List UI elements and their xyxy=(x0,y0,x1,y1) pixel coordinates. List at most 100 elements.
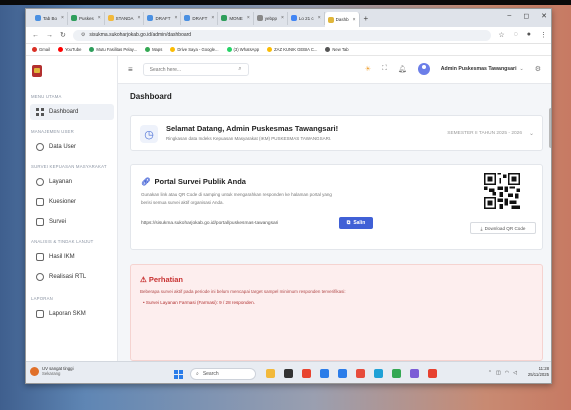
drive-icon xyxy=(170,47,176,52)
sidebar-heading: SURVEI KEPUASAN MASYARAKAT xyxy=(31,164,107,169)
start-windows-icon[interactable] xyxy=(174,370,183,379)
new-tab-icon[interactable]: + xyxy=(364,14,369,23)
forward-icon[interactable]: → xyxy=(46,32,53,39)
chevron-down-icon[interactable]: ⌄ xyxy=(520,66,524,72)
site-info-icon[interactable]: ⚙ xyxy=(81,32,85,38)
menu-icon[interactable]: ⋮ xyxy=(540,31,547,39)
bookmark-item[interactable]: Mutu Fasilitas Pelay... xyxy=(89,47,137,52)
chrome-icon[interactable] xyxy=(392,369,401,378)
reload-icon[interactable]: ↻ xyxy=(60,31,66,39)
sidebar-item-survei[interactable]: Survei xyxy=(30,214,114,230)
tab-favicon-icon xyxy=(70,15,77,21)
minimize-icon[interactable]: – xyxy=(507,12,511,20)
bookmark-item[interactable]: ZAZ KUNIK GEBIA C... xyxy=(267,47,317,52)
profile-icon[interactable]: ● xyxy=(527,31,531,39)
browser-tab[interactable]: Tab Bo × xyxy=(32,11,68,25)
users-icon xyxy=(36,143,44,151)
close-icon[interactable]: × xyxy=(174,15,177,21)
browser-tab[interactable]: STANDA × xyxy=(105,11,145,25)
sidebar-item-data-user[interactable]: Data User xyxy=(30,139,114,155)
file-explorer-icon[interactable] xyxy=(266,369,275,378)
address-bar-actions: ☆ ◌ ● ⋮ xyxy=(498,31,547,39)
app-icon[interactable] xyxy=(410,369,419,378)
chevron-up-icon[interactable]: ⌃ xyxy=(488,370,492,376)
semester-selector[interactable]: SEMESTER II TAHUN 2025 - 2026 xyxy=(447,131,522,136)
taskbar-search[interactable]: ⌕ Search xyxy=(190,368,256,380)
taskbar-clock[interactable]: 11:28 25/11/2025 xyxy=(528,366,549,378)
settings-gear-icon[interactable]: ⚙ xyxy=(535,65,541,73)
theme-toggle-icon[interactable]: ☀ xyxy=(365,65,371,73)
close-icon[interactable]: × xyxy=(98,15,101,21)
browser-tab[interactable]: yebpp × xyxy=(254,11,288,25)
portal-url[interactable]: https://sisukma.sukoharjokab.go.id/porta… xyxy=(141,221,278,226)
weather-icon xyxy=(30,366,39,376)
notification-bell-icon[interactable]: 🔔︎ xyxy=(398,65,407,73)
maximize-icon[interactable]: ◻ xyxy=(523,12,529,20)
top-border xyxy=(0,0,571,5)
weather-widget[interactable]: UV sangat tinggi Sekarang xyxy=(30,366,74,376)
tab-favicon-icon xyxy=(35,15,41,21)
search-icon[interactable]: ⌕ xyxy=(238,66,241,73)
wifi-icon[interactable]: ◠ xyxy=(505,370,509,376)
chevron-down-icon[interactable]: ⌄ xyxy=(529,130,534,137)
copy-button[interactable]: ⧉ Salin xyxy=(339,217,373,229)
network-icon[interactable]: ◫ xyxy=(496,370,501,376)
close-icon[interactable]: × xyxy=(61,15,64,21)
sidebar-heading: LAPORAN xyxy=(31,296,53,301)
close-icon[interactable]: × xyxy=(318,15,321,21)
download-qr-button[interactable]: ⤓ Download QR Code xyxy=(470,222,536,234)
bookmark-item[interactable]: YouTube xyxy=(57,47,81,52)
download-icon: ⤓ xyxy=(480,225,483,231)
browser-tab[interactable]: DRAFT × xyxy=(144,11,182,25)
store-icon[interactable] xyxy=(338,369,347,378)
app-icon[interactable] xyxy=(428,369,437,378)
close-icon[interactable]: × xyxy=(281,15,284,21)
browser-tab[interactable]: Puskes × xyxy=(68,11,105,25)
tab-favicon-icon xyxy=(147,15,154,21)
search-input[interactable] xyxy=(149,66,230,73)
tab-favicon-icon xyxy=(184,15,191,21)
close-icon[interactable]: × xyxy=(353,17,356,23)
browser-tab[interactable]: Lo 21 c × xyxy=(288,11,325,25)
sidebar-item-kuesioner[interactable]: Kuesioner xyxy=(30,194,114,210)
app-icon[interactable] xyxy=(356,369,365,378)
back-icon[interactable]: ← xyxy=(32,32,39,39)
bookmark-item[interactable]: New Tab xyxy=(325,47,349,52)
bookmark-item[interactable]: (3) WhatsApp xyxy=(226,47,259,52)
bookmark-item[interactable]: Maps xyxy=(145,47,162,52)
hamburger-menu-icon[interactable]: ≡ xyxy=(128,65,133,74)
portal-description: Gunakan link atau QR Code di samping unt… xyxy=(141,192,332,197)
bookmark-item[interactable]: Drive Saya - Google... xyxy=(170,47,219,52)
welcome-card: ◷ Selamat Datang, Admin Puskesmas Tawang… xyxy=(130,115,543,151)
warning-description: Beberapa survei aktif pada periode ini b… xyxy=(140,289,346,294)
sidebar-item-laporan-skm[interactable]: Laporan SKM xyxy=(30,306,114,322)
edge-icon[interactable] xyxy=(374,369,383,378)
sidebar-item-layanan[interactable]: Layanan xyxy=(30,174,114,190)
sidebar-item-dashboard[interactable]: Dashboard xyxy=(30,104,114,120)
window-controls: – ◻ ✕ xyxy=(507,12,547,20)
avatar[interactable] xyxy=(417,63,430,75)
close-icon[interactable]: × xyxy=(211,15,214,21)
extensions-icon[interactable]: ◌ xyxy=(514,31,518,39)
sidebar-item-realisasi-rtl[interactable]: Realisasi RTL xyxy=(30,269,114,285)
bookmark-item[interactable]: Gmail xyxy=(32,47,50,52)
volume-icon[interactable]: ◁ xyxy=(513,370,517,376)
sidebar-item-hasil-ikm[interactable]: Hasil IKM xyxy=(30,249,114,265)
close-icon[interactable]: × xyxy=(138,15,141,21)
fullscreen-icon[interactable]: ⛶ xyxy=(382,65,387,73)
user-name[interactable]: Admin Puskesmas Tawangsari xyxy=(441,66,517,72)
app-icon[interactable] xyxy=(302,369,311,378)
url-field[interactable]: ⚙ sisukma.sukoharjokab.go.id/admin/dashb… xyxy=(72,29,492,41)
browser-tab[interactable]: MONE × xyxy=(218,11,254,25)
window-close-icon[interactable]: ✕ xyxy=(541,12,547,20)
close-icon[interactable]: × xyxy=(247,15,250,21)
browser-tab-active[interactable]: Dashb × xyxy=(324,12,360,27)
page-scrollbar[interactable] xyxy=(549,108,551,148)
app-icon[interactable] xyxy=(284,369,293,378)
sidebar-heading: ANALISIS & TINDAK LANJUT xyxy=(31,239,94,244)
page-title: Dashboard xyxy=(130,92,172,101)
bookmark-star-icon[interactable]: ☆ xyxy=(498,31,504,39)
app-icon[interactable] xyxy=(320,369,329,378)
tab-favicon-icon xyxy=(221,15,228,21)
browser-tab[interactable]: DRAFT × xyxy=(181,11,219,25)
